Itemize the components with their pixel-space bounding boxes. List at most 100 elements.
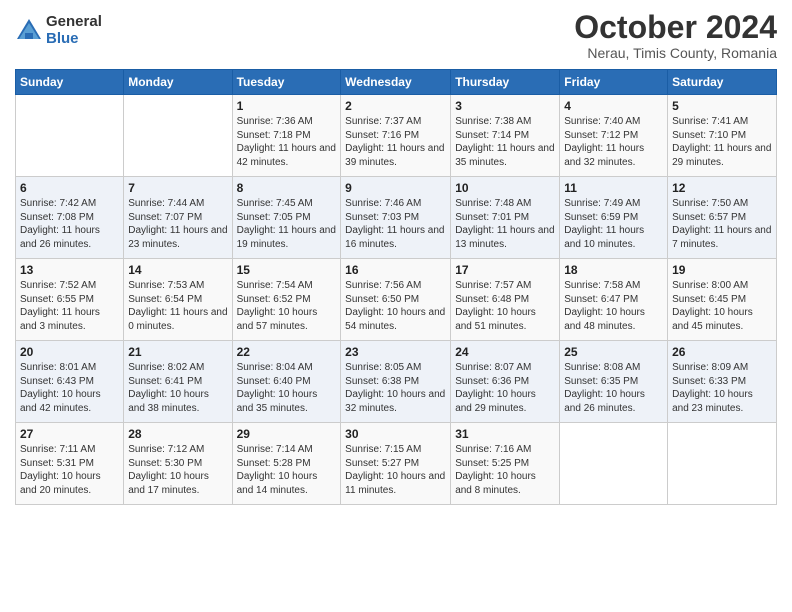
day-info: Sunrise: 7:46 AM Sunset: 7:03 PM Dayligh… xyxy=(345,197,446,251)
day-number: 19 xyxy=(672,263,772,277)
day-info: Sunrise: 7:57 AM Sunset: 6:48 PM Dayligh… xyxy=(455,279,555,333)
calendar-week-5: 27 Sunrise: 7:11 AM Sunset: 5:31 PM Dayli… xyxy=(16,423,777,505)
day-number: 31 xyxy=(455,427,555,441)
day-info: Sunrise: 8:01 AM Sunset: 6:43 PM Dayligh… xyxy=(20,361,119,415)
table-row xyxy=(668,423,777,505)
day-info: Sunrise: 7:15 AM Sunset: 5:27 PM Dayligh… xyxy=(345,443,446,497)
day-number: 29 xyxy=(237,427,337,441)
day-info: Sunrise: 8:02 AM Sunset: 6:41 PM Dayligh… xyxy=(128,361,227,415)
title-block: October 2024 Nerau, Timis County, Romani… xyxy=(574,10,777,61)
day-info: Sunrise: 7:52 AM Sunset: 6:55 PM Dayligh… xyxy=(20,279,119,333)
day-number: 18 xyxy=(564,263,663,277)
col-sunday: Sunday xyxy=(16,70,124,95)
calendar-week-2: 6 Sunrise: 7:42 AM Sunset: 7:08 PM Daylig… xyxy=(16,177,777,259)
day-info: Sunrise: 7:53 AM Sunset: 6:54 PM Dayligh… xyxy=(128,279,227,333)
day-number: 20 xyxy=(20,345,119,359)
day-number: 5 xyxy=(672,99,772,113)
table-row: 8Sunrise: 7:45 AM Sunset: 7:05 PM Daylig… xyxy=(232,177,341,259)
day-info: Sunrise: 7:56 AM Sunset: 6:50 PM Dayligh… xyxy=(345,279,446,333)
col-saturday: Saturday xyxy=(668,70,777,95)
day-info: Sunrise: 7:16 AM Sunset: 5:25 PM Dayligh… xyxy=(455,443,555,497)
calendar-table: Sunday Monday Tuesday Wednesday Thursday… xyxy=(15,69,777,505)
day-info: Sunrise: 7:42 AM Sunset: 7:08 PM Dayligh… xyxy=(20,197,119,251)
day-info: Sunrise: 7:37 AM Sunset: 7:16 PM Dayligh… xyxy=(345,115,446,169)
day-number: 3 xyxy=(455,99,555,113)
header: General Blue October 2024 Nerau, Timis C… xyxy=(15,10,777,61)
day-info: Sunrise: 7:14 AM Sunset: 5:28 PM Dayligh… xyxy=(237,443,337,497)
day-info: Sunrise: 8:09 AM Sunset: 6:33 PM Dayligh… xyxy=(672,361,772,415)
calendar-week-3: 13 Sunrise: 7:52 AM Sunset: 6:55 PM Dayli… xyxy=(16,259,777,341)
day-info: Sunrise: 8:04 AM Sunset: 6:40 PM Dayligh… xyxy=(237,361,337,415)
col-wednesday: Wednesday xyxy=(341,70,451,95)
day-number: 15 xyxy=(237,263,337,277)
table-row: 1 Sunrise: 7:36 AM Sunset: 7:18 PM Daylig… xyxy=(232,95,341,177)
table-row: 27 Sunrise: 7:11 AM Sunset: 5:31 PM Dayli… xyxy=(16,423,124,505)
day-number: 4 xyxy=(564,99,663,113)
table-row: 28Sunrise: 7:12 AM Sunset: 5:30 PM Dayli… xyxy=(124,423,232,505)
table-row xyxy=(124,95,232,177)
day-info: Sunrise: 7:44 AM Sunset: 7:07 PM Dayligh… xyxy=(128,197,227,251)
table-row xyxy=(560,423,668,505)
logo-icon xyxy=(15,17,43,45)
month-title: October 2024 xyxy=(574,10,777,45)
table-row: 31 Sunrise: 7:16 AM Sunset: 5:25 PM Dayli… xyxy=(451,423,560,505)
day-number: 27 xyxy=(20,427,119,441)
table-row: 21Sunrise: 8:02 AM Sunset: 6:41 PM Dayli… xyxy=(124,341,232,423)
calendar-header-row: Sunday Monday Tuesday Wednesday Thursday… xyxy=(16,70,777,95)
table-row: 23Sunrise: 8:05 AM Sunset: 6:38 PM Dayli… xyxy=(341,341,451,423)
table-row: 4 Sunrise: 7:40 AM Sunset: 7:12 PM Daylig… xyxy=(560,95,668,177)
table-row: 3 Sunrise: 7:38 AM Sunset: 7:14 PM Daylig… xyxy=(451,95,560,177)
day-number: 6 xyxy=(20,181,119,195)
table-row: 25 Sunrise: 8:08 AM Sunset: 6:35 PM Dayli… xyxy=(560,341,668,423)
calendar-week-4: 20 Sunrise: 8:01 AM Sunset: 6:43 PM Dayli… xyxy=(16,341,777,423)
day-info: Sunrise: 7:40 AM Sunset: 7:12 PM Dayligh… xyxy=(564,115,663,169)
day-number: 12 xyxy=(672,181,772,195)
table-row: 19 Sunrise: 8:00 AM Sunset: 6:45 PM Dayli… xyxy=(668,259,777,341)
calendar-week-1: 1 Sunrise: 7:36 AM Sunset: 7:18 PM Daylig… xyxy=(16,95,777,177)
table-row: 13 Sunrise: 7:52 AM Sunset: 6:55 PM Dayli… xyxy=(16,259,124,341)
day-info: Sunrise: 8:07 AM Sunset: 6:36 PM Dayligh… xyxy=(455,361,555,415)
day-info: Sunrise: 7:36 AM Sunset: 7:18 PM Dayligh… xyxy=(237,115,337,169)
day-number: 7 xyxy=(128,181,227,195)
col-friday: Friday xyxy=(560,70,668,95)
day-number: 13 xyxy=(20,263,119,277)
logo: General Blue xyxy=(15,14,102,47)
day-number: 1 xyxy=(237,99,337,113)
col-tuesday: Tuesday xyxy=(232,70,341,95)
page: General Blue October 2024 Nerau, Timis C… xyxy=(0,0,792,612)
table-row: 30Sunrise: 7:15 AM Sunset: 5:27 PM Dayli… xyxy=(341,423,451,505)
day-info: Sunrise: 8:00 AM Sunset: 6:45 PM Dayligh… xyxy=(672,279,772,333)
day-info: Sunrise: 7:54 AM Sunset: 6:52 PM Dayligh… xyxy=(237,279,337,333)
table-row: 6 Sunrise: 7:42 AM Sunset: 7:08 PM Daylig… xyxy=(16,177,124,259)
day-info: Sunrise: 7:49 AM Sunset: 6:59 PM Dayligh… xyxy=(564,197,663,251)
day-info: Sunrise: 7:48 AM Sunset: 7:01 PM Dayligh… xyxy=(455,197,555,251)
table-row: 14 Sunrise: 7:53 AM Sunset: 6:54 PM Dayli… xyxy=(124,259,232,341)
logo-general-text: General xyxy=(46,14,102,31)
day-number: 10 xyxy=(455,181,555,195)
logo-text: General Blue xyxy=(46,14,102,47)
location: Nerau, Timis County, Romania xyxy=(574,45,777,61)
table-row: 24 Sunrise: 8:07 AM Sunset: 6:36 PM Dayli… xyxy=(451,341,560,423)
table-row: 11 Sunrise: 7:49 AM Sunset: 6:59 PM Dayli… xyxy=(560,177,668,259)
day-number: 14 xyxy=(128,263,227,277)
day-number: 28 xyxy=(128,427,227,441)
table-row: 5Sunrise: 7:41 AM Sunset: 7:10 PM Daylig… xyxy=(668,95,777,177)
day-number: 25 xyxy=(564,345,663,359)
table-row: 17Sunrise: 7:57 AM Sunset: 6:48 PM Dayli… xyxy=(451,259,560,341)
day-number: 24 xyxy=(455,345,555,359)
table-row: 2 Sunrise: 7:37 AM Sunset: 7:16 PM Daylig… xyxy=(341,95,451,177)
day-info: Sunrise: 8:05 AM Sunset: 6:38 PM Dayligh… xyxy=(345,361,446,415)
day-info: Sunrise: 7:11 AM Sunset: 5:31 PM Dayligh… xyxy=(20,443,119,497)
table-row: 7 Sunrise: 7:44 AM Sunset: 7:07 PM Daylig… xyxy=(124,177,232,259)
day-info: Sunrise: 8:08 AM Sunset: 6:35 PM Dayligh… xyxy=(564,361,663,415)
day-number: 11 xyxy=(564,181,663,195)
day-info: Sunrise: 7:58 AM Sunset: 6:47 PM Dayligh… xyxy=(564,279,663,333)
day-info: Sunrise: 7:38 AM Sunset: 7:14 PM Dayligh… xyxy=(455,115,555,169)
day-info: Sunrise: 7:45 AM Sunset: 7:05 PM Dayligh… xyxy=(237,197,337,251)
day-number: 2 xyxy=(345,99,446,113)
col-monday: Monday xyxy=(124,70,232,95)
table-row: 29 Sunrise: 7:14 AM Sunset: 5:28 PM Dayli… xyxy=(232,423,341,505)
table-row: 16Sunrise: 7:56 AM Sunset: 6:50 PM Dayli… xyxy=(341,259,451,341)
day-number: 26 xyxy=(672,345,772,359)
table-row xyxy=(16,95,124,177)
